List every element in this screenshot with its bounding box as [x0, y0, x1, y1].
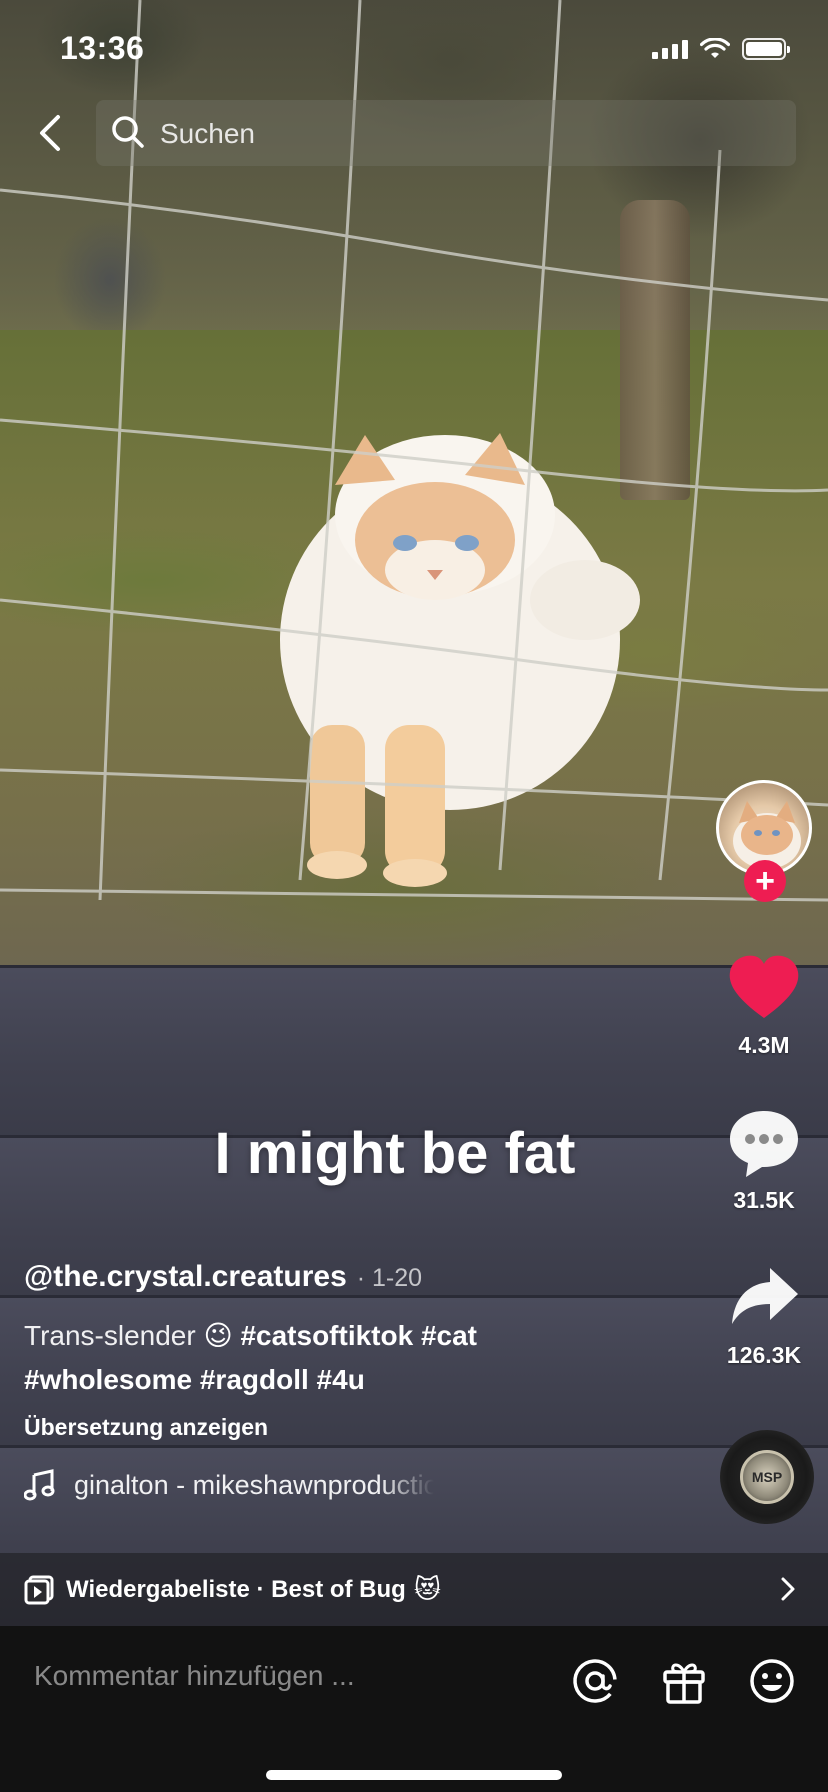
follow-button[interactable]: + [744, 860, 786, 902]
post-date: · 1-20 [356, 1264, 423, 1292]
like-count: 4.3M [738, 1032, 790, 1058]
back-button[interactable] [26, 110, 72, 156]
post-description: Trans-slender 😉 #catsoftiktok #cat #whol… [24, 1314, 664, 1402]
home-indicator[interactable] [266, 1770, 562, 1780]
hashtag[interactable]: #catsoftiktok [240, 1320, 413, 1351]
comment-icon [730, 1111, 798, 1177]
search-placeholder: Suchen [160, 118, 255, 149]
music-disc-label: MSP [740, 1450, 794, 1504]
search-icon [112, 116, 144, 148]
post-info: @the.crystal.creatures · 1-20 Trans-slen… [24, 1260, 664, 1505]
playlist-icon [24, 1575, 54, 1604]
status-icons [652, 38, 790, 60]
author-avatar-group: + [716, 780, 812, 902]
chevron-right-icon [781, 1577, 795, 1601]
status-bar: 13:36 [0, 0, 828, 100]
author-row: @the.crystal.creatures · 1-20 [24, 1260, 664, 1294]
hashtag[interactable]: #ragdoll [200, 1364, 309, 1395]
comment-count: 31.5K [733, 1187, 795, 1213]
playlist-emoji: 😻 [413, 1574, 441, 1604]
battery-icon [742, 38, 790, 60]
comment-input[interactable] [34, 1660, 554, 1692]
wifi-icon [700, 38, 730, 58]
description-text: Trans-slender [24, 1320, 196, 1351]
search-bar[interactable]: Suchen [96, 100, 796, 166]
hashtag[interactable]: #cat [421, 1320, 477, 1351]
playlist-bar[interactable]: Wiedergabeliste · Best of Bug 😻 [0, 1553, 828, 1626]
description-emoji: 😉 [203, 1320, 233, 1351]
video-caption: I might be fat [214, 1121, 576, 1186]
music-title: ginalton - mikeshawnproduction [74, 1469, 434, 1500]
gift-icon[interactable] [659, 1656, 709, 1706]
share-count: 126.3K [726, 1342, 802, 1368]
translate-link[interactable]: Übersetzung anzeigen [24, 1414, 268, 1441]
status-time: 13:36 [60, 30, 145, 66]
share-icon [732, 1268, 798, 1324]
hashtag[interactable]: #wholesome [24, 1364, 192, 1395]
heart-icon [729, 955, 799, 1018]
author-name[interactable]: @the.crystal.creatures [24, 1260, 347, 1294]
comment-bar [0, 1626, 828, 1792]
playlist-label: Wiedergabeliste · Best of Bug [66, 1575, 406, 1603]
share-button[interactable]: 126.3K [700, 1260, 828, 1369]
back-icon [40, 115, 60, 151]
music-note-icon [24, 1469, 55, 1501]
cellular-signal-icon [652, 39, 688, 59]
search-row: Suchen [0, 96, 828, 170]
emoji-icon[interactable] [747, 1656, 797, 1706]
hashtag[interactable]: #4u [317, 1364, 365, 1395]
music-disc-button[interactable]: MSP [720, 1430, 814, 1524]
music-row[interactable]: ginalton - mikeshawnproduction [24, 1465, 434, 1505]
like-button[interactable]: 4.3M [700, 950, 828, 1059]
at-icon[interactable] [570, 1656, 620, 1706]
comment-button[interactable]: 31.5K [700, 1105, 828, 1214]
